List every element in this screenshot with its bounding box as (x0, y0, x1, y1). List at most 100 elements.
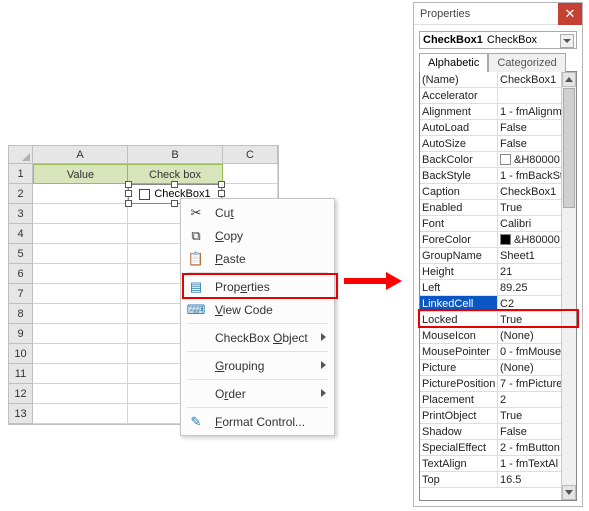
scrollbar[interactable] (561, 72, 576, 500)
property-value[interactable]: 2 (498, 392, 561, 407)
property-value[interactable]: CheckBox1 (498, 184, 561, 199)
resize-handle[interactable] (125, 181, 132, 188)
property-value[interactable]: True (498, 200, 561, 215)
cell-c1[interactable] (223, 164, 278, 184)
property-row[interactable]: (Name)CheckBox1 (420, 72, 561, 88)
property-row[interactable]: PicturePosition7 - fmPicture (420, 376, 561, 392)
menu-copy[interactable]: ⧉ Copy (183, 224, 332, 247)
cell[interactable] (33, 264, 128, 284)
row-header[interactable]: 10 (9, 344, 33, 364)
cell[interactable] (33, 184, 128, 204)
row-header[interactable]: 3 (9, 204, 33, 224)
property-row[interactable]: LinkedCellC2 (420, 296, 561, 312)
property-value[interactable]: 1 - fmBackSt (498, 168, 561, 183)
scroll-thumb[interactable] (563, 88, 575, 208)
property-row[interactable]: Left89.25 (420, 280, 561, 296)
properties-titlebar[interactable]: Properties ✕ (414, 3, 582, 25)
property-row[interactable]: CaptionCheckBox1 (420, 184, 561, 200)
menu-grouping[interactable]: Grouping (183, 354, 332, 377)
property-row[interactable]: EnabledTrue (420, 200, 561, 216)
cell[interactable] (33, 284, 128, 304)
property-row[interactable]: TextAlign1 - fmTextAl (420, 456, 561, 472)
row-header[interactable]: 6 (9, 264, 33, 284)
property-row[interactable]: SpecialEffect2 - fmButton (420, 440, 561, 456)
row-header[interactable]: 4 (9, 224, 33, 244)
property-value[interactable]: False (498, 136, 561, 151)
property-value[interactable]: False (498, 120, 561, 135)
property-row[interactable]: ShadowFalse (420, 424, 561, 440)
cell[interactable] (33, 344, 128, 364)
menu-view-code[interactable]: ⌨ View Code (183, 298, 332, 321)
property-row[interactable]: Top16.5 (420, 472, 561, 488)
row-header[interactable]: 9 (9, 324, 33, 344)
cell-a1[interactable]: Value (33, 164, 128, 184)
tab-categorized[interactable]: Categorized (488, 53, 565, 72)
property-row[interactable]: PrintObjectTrue (420, 408, 561, 424)
cell[interactable] (33, 204, 128, 224)
cell[interactable] (33, 324, 128, 344)
close-button[interactable]: ✕ (558, 3, 582, 25)
property-row[interactable]: BackColor&H80000 (420, 152, 561, 168)
cell[interactable] (33, 404, 128, 424)
menu-format-control[interactable]: ✎ Format Control... (183, 410, 332, 433)
property-row[interactable]: GroupNameSheet1 (420, 248, 561, 264)
property-row[interactable]: Accelerator (420, 88, 561, 104)
property-row[interactable]: AutoSizeFalse (420, 136, 561, 152)
menu-order[interactable]: Order (183, 382, 332, 405)
property-value[interactable]: 1 - fmAlignm (498, 104, 561, 119)
property-value[interactable]: Sheet1 (498, 248, 561, 263)
property-row[interactable]: Picture(None) (420, 360, 561, 376)
resize-handle[interactable] (171, 181, 178, 188)
property-value[interactable]: 2 - fmButton (498, 440, 561, 455)
property-value[interactable]: C2 (498, 296, 561, 311)
row-header[interactable]: 2 (9, 184, 33, 204)
cell[interactable] (33, 244, 128, 264)
property-value[interactable]: (None) (498, 328, 561, 343)
property-row[interactable]: Height21 (420, 264, 561, 280)
property-value[interactable]: False (498, 424, 561, 439)
resize-handle[interactable] (218, 190, 225, 197)
cell[interactable] (33, 304, 128, 324)
column-header-c[interactable]: C (223, 146, 278, 164)
properties-grid[interactable]: (Name)CheckBox1AcceleratorAlignment1 - f… (420, 72, 561, 500)
row-header[interactable]: 5 (9, 244, 33, 264)
property-value[interactable] (498, 88, 561, 103)
cell[interactable] (33, 364, 128, 384)
chevron-down-icon[interactable] (560, 34, 574, 48)
property-value[interactable]: 89.25 (498, 280, 561, 295)
property-row[interactable]: ForeColor&H80000 (420, 232, 561, 248)
property-row[interactable]: MousePointer0 - fmMouse (420, 344, 561, 360)
property-value[interactable]: 1 - fmTextAl (498, 456, 561, 471)
property-row[interactable]: Alignment1 - fmAlignm (420, 104, 561, 120)
property-value[interactable]: CheckBox1 (498, 72, 561, 87)
scroll-down-button[interactable] (562, 485, 576, 500)
menu-cut[interactable]: ✂ Cut (183, 201, 332, 224)
tab-alphabetic[interactable]: Alphabetic (419, 53, 488, 72)
menu-properties[interactable]: ▤ Properties (183, 275, 332, 298)
property-value[interactable]: &H80000 (498, 232, 561, 247)
property-row[interactable]: MouseIcon(None) (420, 328, 561, 344)
property-row[interactable]: BackStyle1 - fmBackSt (420, 168, 561, 184)
column-header-a[interactable]: A (33, 146, 128, 164)
row-header[interactable]: 1 (9, 164, 33, 184)
property-value[interactable]: 16.5 (498, 472, 561, 487)
menu-checkbox-object[interactable]: CheckBox Object (183, 326, 332, 349)
row-header[interactable]: 7 (9, 284, 33, 304)
property-row[interactable]: LockedTrue (420, 312, 561, 328)
resize-handle[interactable] (125, 190, 132, 197)
resize-handle[interactable] (171, 200, 178, 207)
resize-handle[interactable] (125, 200, 132, 207)
select-all-corner[interactable] (9, 146, 33, 164)
cell[interactable] (33, 384, 128, 404)
row-header[interactable]: 13 (9, 404, 33, 424)
property-value[interactable]: True (498, 312, 561, 327)
property-row[interactable]: Placement2 (420, 392, 561, 408)
property-value[interactable]: Calibri (498, 216, 561, 231)
property-row[interactable]: AutoLoadFalse (420, 120, 561, 136)
property-row[interactable]: FontCalibri (420, 216, 561, 232)
object-selector[interactable]: CheckBox1 CheckBox (419, 31, 577, 49)
property-value[interactable]: &H80000 (498, 152, 561, 167)
column-header-b[interactable]: B (128, 146, 223, 164)
property-value[interactable]: (None) (498, 360, 561, 375)
property-value[interactable]: 7 - fmPicture (498, 376, 561, 391)
